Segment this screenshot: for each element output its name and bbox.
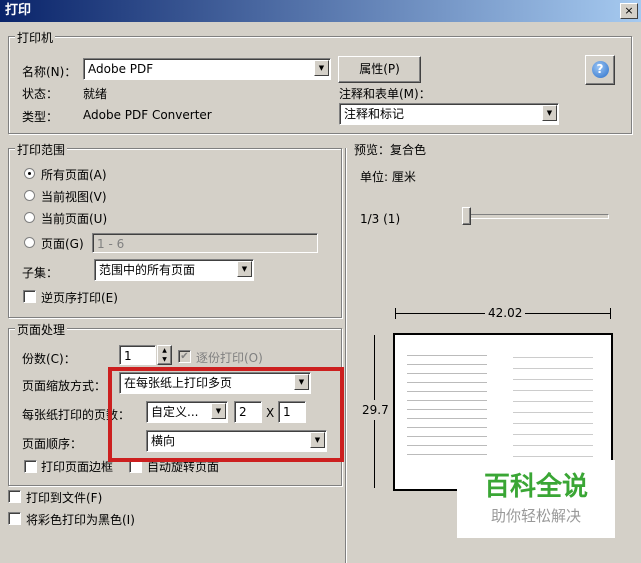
radio-current-view[interactable] xyxy=(24,190,35,201)
type-label: 类型： xyxy=(22,110,59,124)
pages-input[interactable]: 1 - 6 xyxy=(92,233,318,253)
collate-checkbox[interactable]: ✔ xyxy=(178,350,191,363)
help-icon: ? xyxy=(591,61,609,78)
print-to-file-checkbox[interactable] xyxy=(8,490,21,503)
radio-all-pages[interactable] xyxy=(24,168,35,179)
width-label: 42.02 xyxy=(485,306,526,320)
copies-label: 份数(C)： xyxy=(22,352,76,366)
help-button[interactable]: ? xyxy=(585,55,615,85)
status-value: 就绪 xyxy=(83,87,108,101)
preview-divider xyxy=(345,148,346,563)
radio-current-page[interactable] xyxy=(24,212,35,223)
print-to-file-label: 打印到文件(F) xyxy=(26,491,103,505)
height-label: 29.7 xyxy=(362,400,389,420)
print-black-label: 将彩色打印为黑色(I) xyxy=(26,513,135,527)
all-pages-label: 所有页面(A) xyxy=(41,168,107,182)
copies-stepper[interactable]: ▲ ▼ xyxy=(157,345,172,365)
chevron-down-icon: ▼ xyxy=(237,261,252,277)
dimension-tick xyxy=(610,308,611,319)
reverse-checkbox[interactable] xyxy=(23,290,36,303)
unit-label: 单位: 厘米 xyxy=(360,170,416,184)
print-border-checkbox[interactable] xyxy=(24,460,37,473)
comments-value: 注释和标记 xyxy=(344,107,405,121)
subset-value: 范围中的所有页面 xyxy=(99,263,196,277)
comments-select[interactable]: 注释和标记 ▼ xyxy=(339,103,559,125)
watermark-brand: 百科全说 xyxy=(483,472,588,502)
close-button[interactable]: × xyxy=(620,3,638,19)
radio-pages[interactable] xyxy=(24,237,35,248)
current-view-label: 当前视图(V) xyxy=(41,190,107,204)
collate-label: 逐份打印(O) xyxy=(196,351,263,365)
watermark-logo: 百科全说 助你轻松解决 xyxy=(457,460,615,538)
status-label: 状态： xyxy=(22,87,59,101)
watermark-slogan: 助你轻松解决 xyxy=(490,507,581,525)
printer-group-label: 打印机 xyxy=(15,29,56,46)
name-label: 名称(N)： xyxy=(22,65,77,79)
page-order-label: 页面顺序： xyxy=(22,437,83,451)
page-slider-thumb[interactable] xyxy=(462,207,471,225)
properties-button[interactable]: 属性(P) xyxy=(338,56,421,83)
scaling-label: 页面缩放方式： xyxy=(22,379,107,393)
chevron-down-icon: ▼ xyxy=(542,105,557,121)
page-slider-track[interactable] xyxy=(465,214,609,219)
print-border-label: 打印页面边框 xyxy=(41,460,114,474)
page-handling-label: 页面处理 xyxy=(15,321,68,338)
type-value: Adobe PDF Converter xyxy=(83,108,212,122)
pages-label: 页面(G) xyxy=(41,237,84,251)
page-indicator: 1/3 (1) xyxy=(360,212,401,226)
dimension-tick xyxy=(395,308,396,319)
printer-value: Adobe PDF xyxy=(88,62,154,76)
comments-label: 注释和表单(M)： xyxy=(339,87,431,101)
title-bar: 打印 xyxy=(0,0,641,22)
print-range-label: 打印范围 xyxy=(15,141,68,158)
preview-page-2 xyxy=(513,347,593,457)
copies-input[interactable]: 1 xyxy=(119,345,156,365)
current-page-label: 当前页面(U) xyxy=(41,212,108,226)
window-title: 打印 xyxy=(5,3,32,18)
subset-select[interactable]: 范围中的所有页面 ▼ xyxy=(94,259,254,281)
printer-select[interactable]: Adobe PDF ▼ xyxy=(83,58,331,80)
highlight-box xyxy=(108,367,344,462)
subset-label: 子集： xyxy=(22,266,59,280)
preview-label: 预览：复合色 xyxy=(352,141,429,158)
print-black-checkbox[interactable] xyxy=(8,512,21,525)
reverse-label: 逆页序打印(E) xyxy=(41,291,118,305)
preview-page-1 xyxy=(407,347,487,457)
chevron-down-icon: ▼ xyxy=(314,60,329,76)
